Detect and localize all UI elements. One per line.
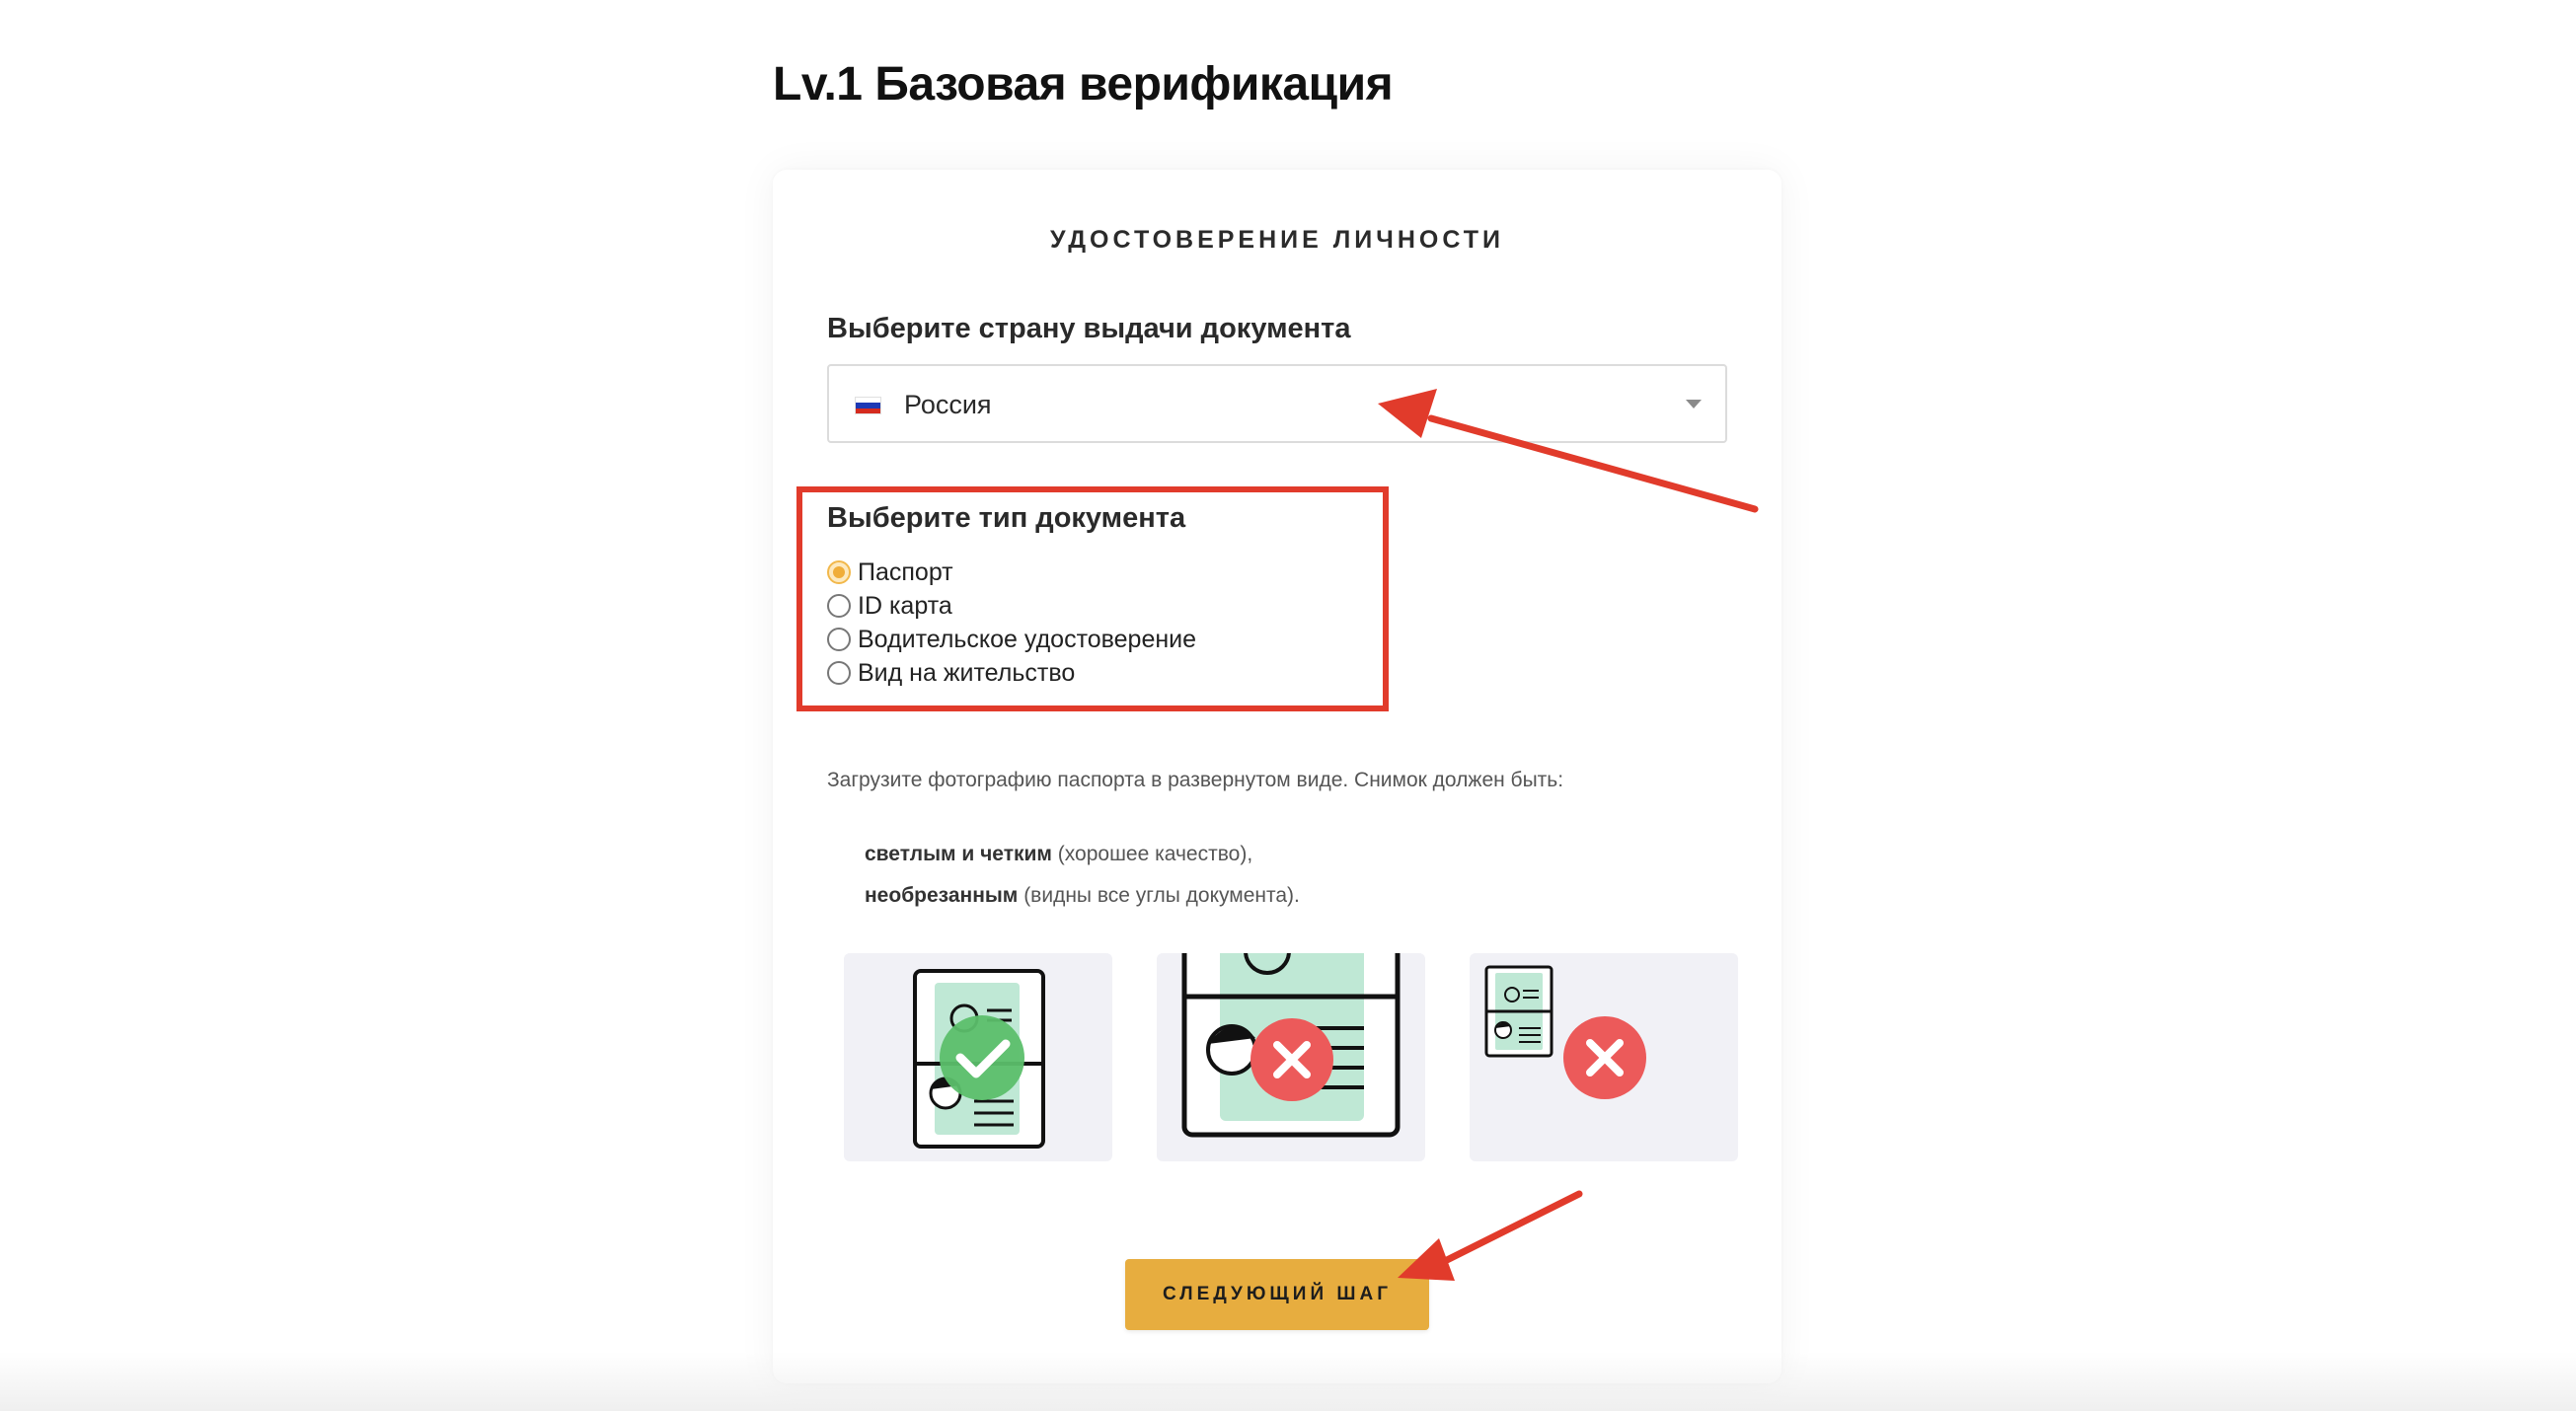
annotation-arrows xyxy=(1378,389,1759,1281)
arrow-icon xyxy=(1398,1190,1583,1281)
arrow-icon xyxy=(1378,389,1759,513)
bottom-fade xyxy=(0,1352,2576,1411)
